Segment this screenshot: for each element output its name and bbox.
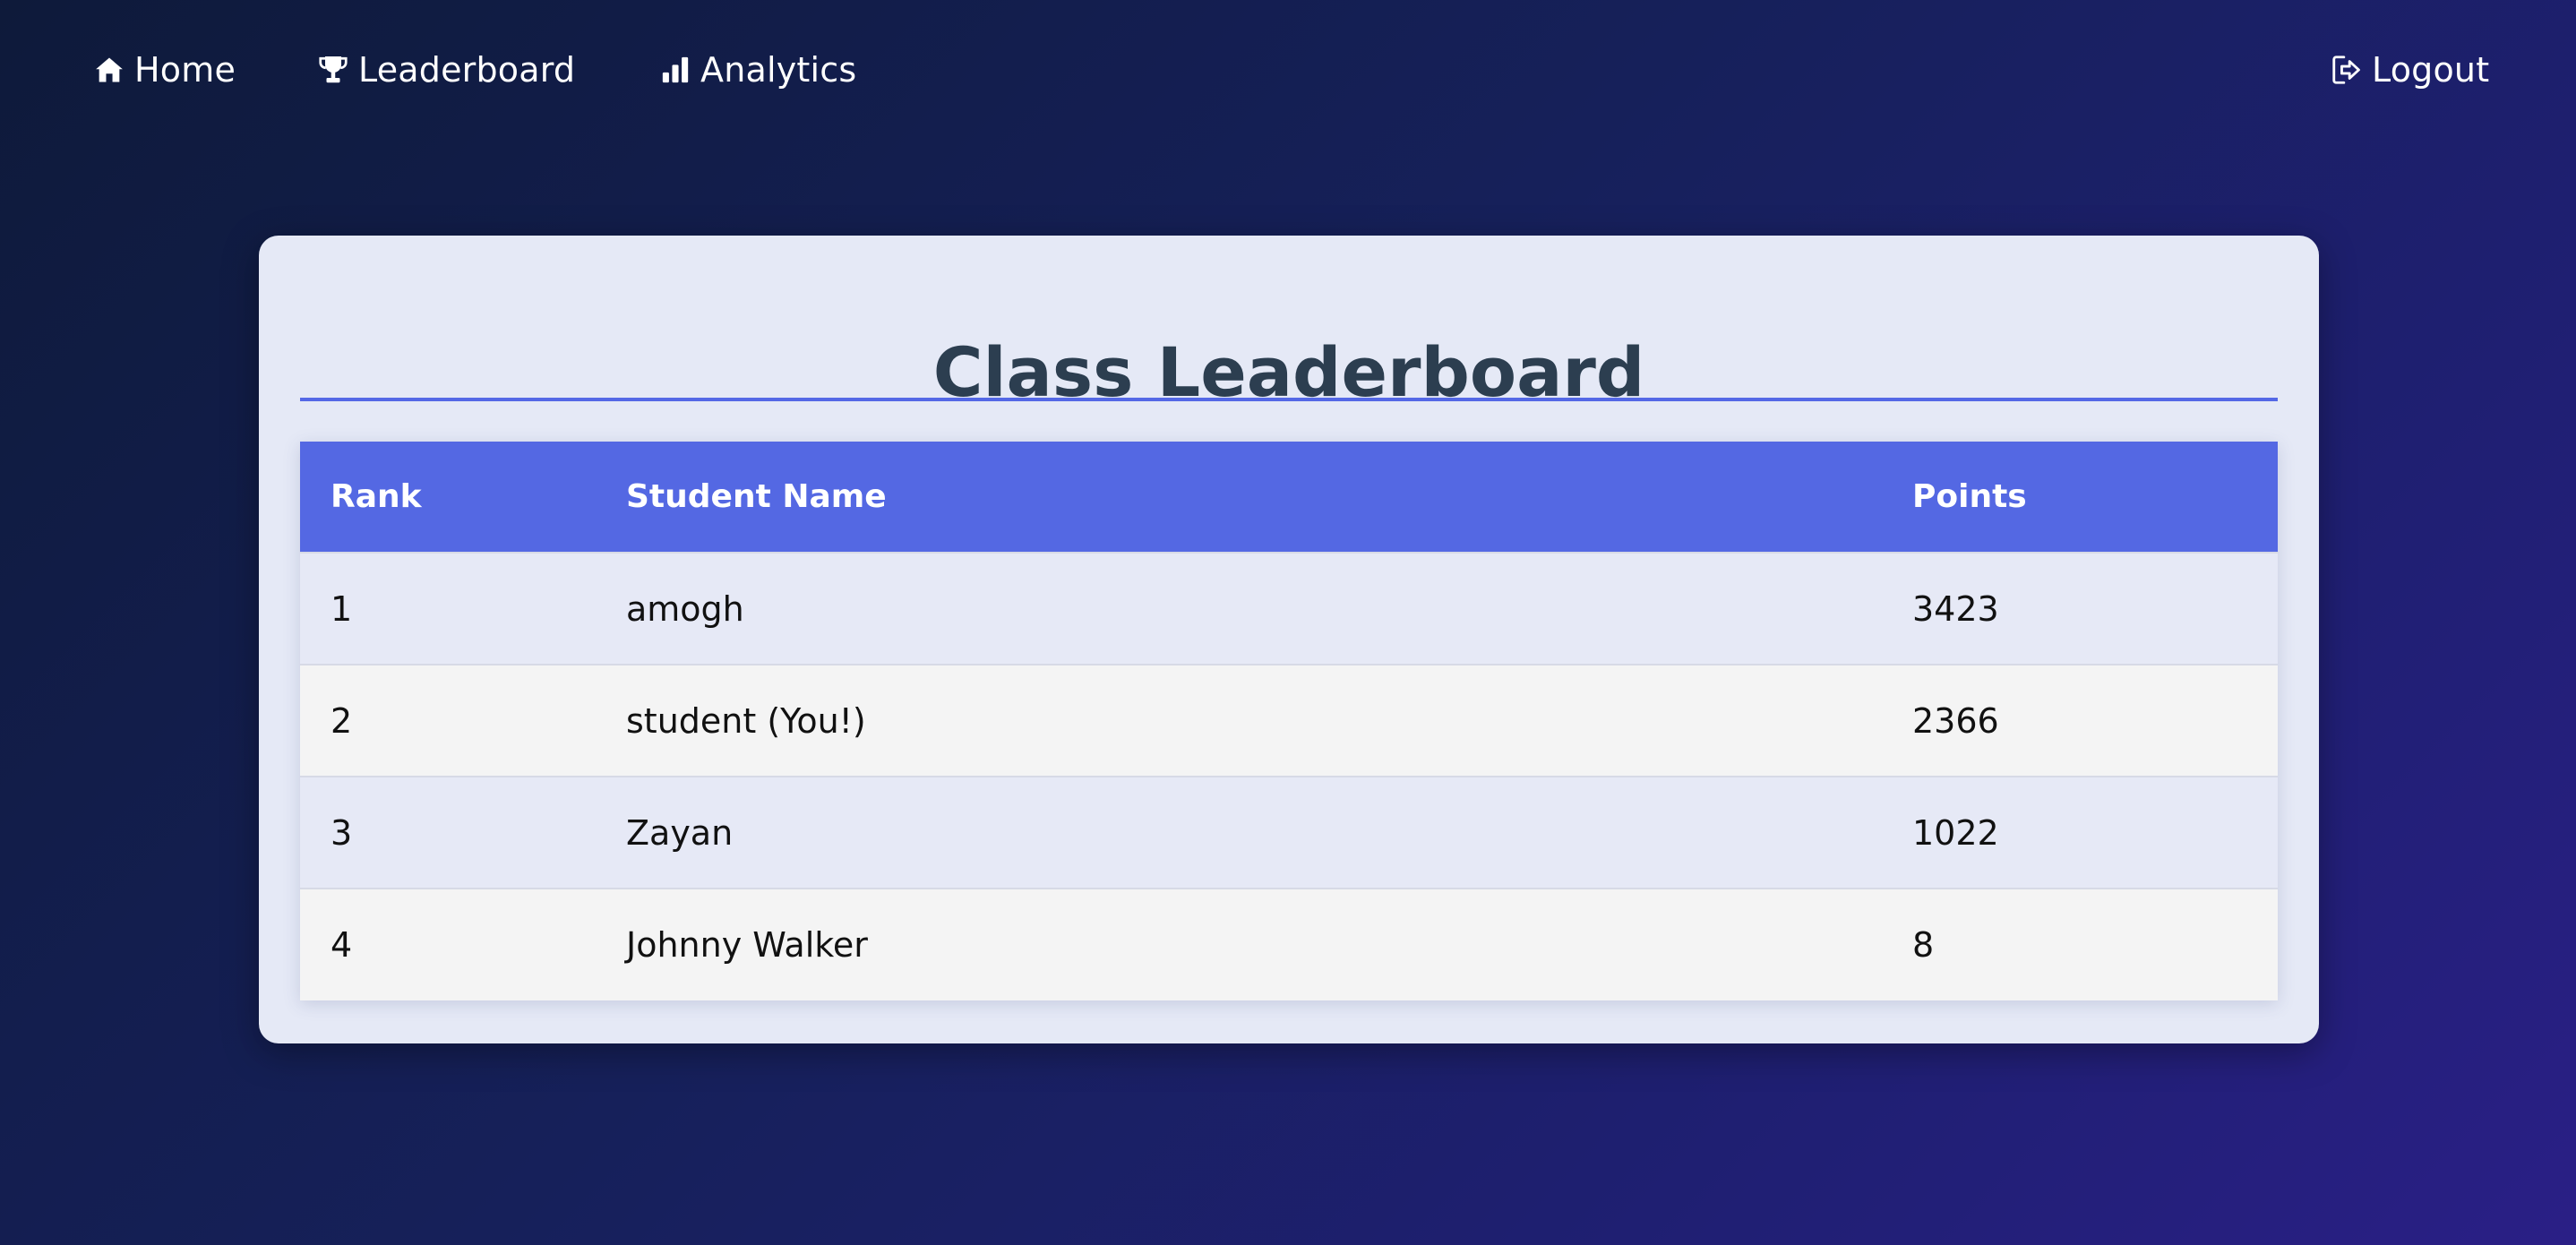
column-header-student-name: Student Name <box>626 478 887 515</box>
leaderboard-card: Class Leaderboard Rank Student Name Poin… <box>259 236 2319 1043</box>
nav-logout-label: Logout <box>2372 50 2490 90</box>
points-cell: 8 <box>1912 925 1935 965</box>
table-header: Rank Student Name Points <box>300 442 2278 553</box>
column-header-rank: Rank <box>331 478 422 515</box>
student-name-cell: Johnny Walker <box>626 925 868 965</box>
bar-chart-icon <box>657 52 693 88</box>
rank-cell: 2 <box>331 700 353 741</box>
student-name-cell: student (You!) <box>626 700 866 741</box>
nav-analytics-label: Analytics <box>700 50 857 90</box>
nav-home-label: Home <box>134 50 236 90</box>
student-name-cell: amogh <box>626 588 744 629</box>
leaderboard-table-container: Rank Student Name Points 1 amogh 3423 2 … <box>300 442 2278 1000</box>
points-cell: 3423 <box>1912 588 1999 629</box>
nav-logout-link[interactable]: Logout <box>2329 47 2489 93</box>
leaderboard-table: Rank Student Name Points 1 amogh 3423 2 … <box>300 442 2278 1000</box>
column-header-points: Points <box>1912 478 2027 515</box>
nav-home-link[interactable]: Home <box>91 47 236 93</box>
table-header-row: Rank Student Name Points <box>300 442 2278 553</box>
table-body: 1 amogh 3423 2 student (You!) 2366 3 Zay… <box>300 553 2278 1000</box>
rank-cell: 1 <box>331 588 353 629</box>
nav-analytics-link[interactable]: Analytics <box>657 47 856 93</box>
logout-icon <box>2329 52 2365 88</box>
rank-cell: 3 <box>331 812 353 853</box>
points-cell: 1022 <box>1912 812 1999 853</box>
table-row: 1 amogh 3423 <box>300 553 2278 665</box>
home-icon <box>91 52 127 88</box>
nav-leaderboard-label: Leaderboard <box>358 50 576 90</box>
student-name-cell: Zayan <box>626 812 734 853</box>
table-row: 2 student (You!) 2366 <box>300 665 2278 777</box>
nav-leaderboard-link[interactable]: Leaderboard <box>315 47 575 93</box>
title-divider <box>300 398 2278 401</box>
top-navigation: Home Leaderboard Analytics Logout <box>0 0 2576 140</box>
table-row: 4 Johnny Walker 8 <box>300 889 2278 1000</box>
table-row: 3 Zayan 1022 <box>300 777 2278 889</box>
trophy-icon <box>315 52 351 88</box>
rank-cell: 4 <box>331 925 353 965</box>
points-cell: 2366 <box>1912 700 1999 741</box>
